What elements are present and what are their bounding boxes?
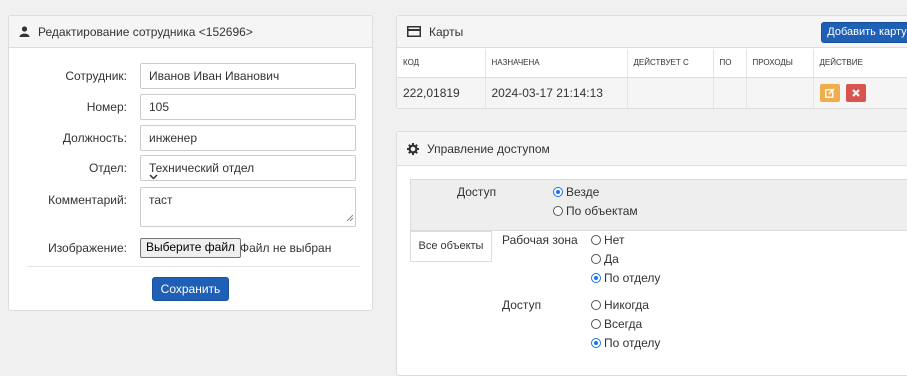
close-icon — [852, 89, 860, 97]
employee-edit-panel: Редактирование сотрудника <152696> Сотру… — [8, 15, 373, 311]
comment-label: Комментарий: — [48, 193, 127, 207]
radio-dot — [591, 319, 601, 329]
cards-table: КОД НАЗНАЧЕНА ДЕЙСТВУЕТ С ПО ПРОХОДЫ ДЕЙ… — [397, 49, 907, 108]
radio-scope-everywhere-label: Везде — [566, 185, 600, 199]
cards-table-header: КОД НАЗНАЧЕНА ДЕЙСТВУЕТ С ПО ПРОХОДЫ ДЕЙ… — [397, 49, 907, 78]
access-scope-box: Доступ Везде По объектам — [410, 179, 907, 231]
card-actions — [813, 77, 907, 108]
position-input[interactable]: инженер — [140, 125, 356, 151]
employee-edit-heading: Редактирование сотрудника <152696> — [9, 16, 372, 48]
employee-edit-title: Редактирование сотрудника <152696> — [38, 24, 253, 39]
col-code: КОД — [397, 49, 486, 78]
edit-card-button[interactable] — [819, 83, 840, 102]
chevron-down-icon — [149, 164, 348, 188]
cards-panel: Карты Добавить карту КОД НАЗНАЧЕНА ДЕЙСТ… — [396, 15, 907, 109]
resize-handle-icon[interactable] — [346, 210, 354, 224]
access-scope-label: Доступ — [457, 185, 497, 199]
radio-access-by-department-label: По отделу — [604, 336, 661, 350]
access-type-label: Доступ — [502, 298, 542, 312]
delete-card-button[interactable] — [845, 83, 866, 102]
col-valid-to: ПО — [713, 49, 747, 78]
access-title: Управление доступом — [427, 141, 550, 156]
radio-work-zone-no[interactable]: Нет — [591, 233, 624, 247]
cards-title: Карты — [429, 24, 464, 39]
file-status: Файл не выбран — [240, 241, 332, 255]
radio-access-always[interactable]: Всегда — [591, 317, 642, 331]
card-code: 222,01819 — [397, 77, 486, 108]
radio-dot — [591, 300, 601, 310]
gear-icon — [407, 142, 419, 155]
col-assigned: НАЗНАЧЕНА — [485, 49, 628, 78]
choose-file-button[interactable]: Выберите файл — [140, 238, 242, 258]
radio-work-zone-by-department-label: По отделу — [604, 271, 661, 285]
radio-dot — [591, 235, 601, 245]
card-valid-to — [713, 77, 747, 108]
radio-scope-by-objects-label: По объектам — [566, 204, 638, 218]
radio-access-by-department[interactable]: По отделу — [591, 336, 660, 350]
comment-text: таст — [149, 193, 173, 207]
number-input[interactable]: 105 — [140, 94, 356, 120]
image-label: Изображение: — [48, 241, 127, 255]
employee-input[interactable]: Иванов Иван Иванович — [140, 63, 356, 89]
radio-access-always-label: Всегда — [604, 317, 643, 331]
radio-dot — [591, 273, 601, 283]
number-label: Номер: — [86, 100, 127, 114]
comment-textarea[interactable]: таст — [140, 187, 356, 227]
card-passes — [746, 77, 814, 108]
access-heading: Управление доступом — [397, 132, 907, 166]
radio-work-zone-no-label: Нет — [604, 233, 625, 247]
save-button[interactable]: Сохранить — [152, 277, 229, 301]
radio-dot — [553, 206, 563, 216]
table-row: 222,01819 2024-03-17 21:14:13 — [397, 77, 907, 108]
radio-access-never-label: Никогда — [604, 298, 649, 312]
radio-dot — [591, 254, 601, 264]
radio-work-zone-yes[interactable]: Да — [591, 252, 619, 266]
col-action: ДЕЙСТВИЕ — [813, 49, 907, 78]
radio-scope-by-objects[interactable]: По объектам — [553, 204, 638, 218]
add-card-button[interactable]: Добавить карту — [821, 22, 907, 43]
department-select[interactable]: Технический отдел — [140, 155, 356, 181]
work-zone-label: Рабочая зона — [502, 233, 578, 247]
radio-scope-everywhere[interactable]: Везде — [553, 185, 599, 199]
credit-card-icon — [407, 26, 421, 37]
radio-work-zone-yes-label: Да — [604, 252, 619, 266]
tab-all-objects[interactable]: Все объекты — [410, 231, 492, 262]
department-label: Отдел: — [88, 161, 127, 175]
col-valid-from: ДЕЙСТВУЕТ С — [627, 49, 714, 78]
radio-dot — [591, 338, 601, 348]
radio-work-zone-by-department[interactable]: По отделу — [591, 271, 660, 285]
col-passes: ПРОХОДЫ — [746, 49, 814, 78]
edit-icon — [824, 88, 835, 98]
card-valid-from — [627, 77, 714, 108]
position-label: Должность: — [62, 131, 127, 145]
employee-label: Сотрудник: — [65, 69, 127, 83]
form-divider — [27, 266, 360, 267]
radio-dot — [553, 187, 563, 197]
card-assigned: 2024-03-17 21:14:13 — [485, 77, 628, 108]
radio-access-never[interactable]: Никогда — [591, 298, 649, 312]
access-control-panel: Управление доступом Доступ Везде По объе… — [396, 131, 907, 376]
user-icon — [19, 26, 30, 37]
